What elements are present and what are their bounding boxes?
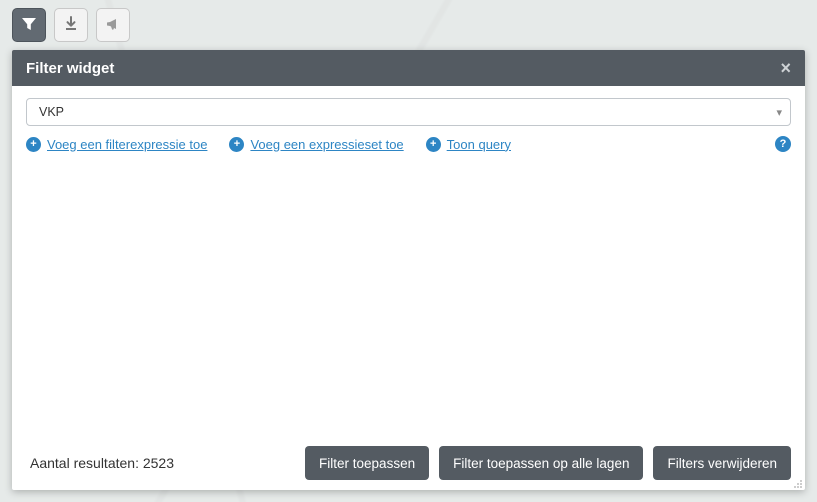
megaphone-icon	[105, 16, 121, 35]
layer-select[interactable]: VKP ▾	[26, 98, 791, 126]
panel-header[interactable]: Filter widget ×	[12, 50, 805, 86]
filter-action-links: + Voeg een filterexpressie toe + Voeg ee…	[26, 136, 791, 152]
plus-icon: +	[426, 137, 441, 152]
add-expression-set-label: Voeg een expressieset toe	[250, 137, 403, 152]
apply-filter-all-layers-button[interactable]: Filter toepassen op alle lagen	[439, 446, 643, 480]
results-value: 2523	[143, 455, 174, 471]
resize-grip-icon[interactable]	[791, 477, 803, 489]
filter-canvas	[26, 152, 791, 446]
chevron-down-icon: ▾	[776, 106, 782, 119]
results-prefix: Aantal resultaten:	[30, 455, 143, 471]
clear-filters-button[interactable]: Filters verwijderen	[653, 446, 791, 480]
download-tool-button[interactable]	[54, 8, 88, 42]
add-expression-set-link[interactable]: + Voeg een expressieset toe	[229, 137, 403, 152]
panel-body: VKP ▾ + Voeg een filterexpressie toe + V…	[12, 86, 805, 490]
funnel-icon	[21, 16, 37, 35]
announce-tool-button[interactable]	[96, 8, 130, 42]
layer-select-value: VKP	[39, 105, 64, 119]
panel-title: Filter widget	[26, 60, 114, 77]
show-query-label: Toon query	[447, 137, 511, 152]
show-query-link[interactable]: + Toon query	[426, 137, 511, 152]
add-filter-expression-label: Voeg een filterexpressie toe	[47, 137, 207, 152]
results-count: Aantal resultaten: 2523	[30, 455, 174, 471]
plus-icon: +	[229, 137, 244, 152]
filter-tool-button[interactable]	[12, 8, 46, 42]
help-icon[interactable]: ?	[775, 136, 791, 152]
apply-filter-button[interactable]: Filter toepassen	[305, 446, 429, 480]
download-icon	[63, 16, 79, 35]
filter-widget-panel: Filter widget × VKP ▾ + Voeg een filtere…	[12, 50, 805, 490]
plus-icon: +	[26, 137, 41, 152]
top-toolbar	[12, 8, 130, 42]
panel-footer: Aantal resultaten: 2523 Filter toepassen…	[26, 446, 791, 480]
add-filter-expression-link[interactable]: + Voeg een filterexpressie toe	[26, 137, 207, 152]
close-icon[interactable]: ×	[780, 59, 791, 77]
